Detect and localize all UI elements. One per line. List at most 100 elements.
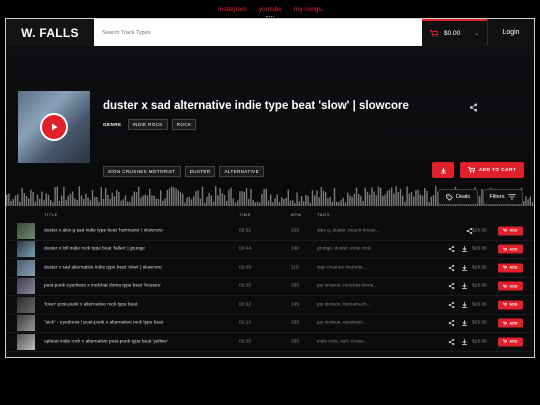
add-button[interactable]: ADD [498,318,523,328]
logo[interactable]: W. FALLS [6,19,94,46]
track-tags: alex g, duster, beach house... [317,228,380,234]
col-title: TITLE [44,212,58,217]
add-button[interactable]: ADD [498,337,523,347]
add-to-cart-label: ADD TO CART [478,167,517,173]
table-row[interactable]: 'lover' post-punk x alternative rock typ… [6,296,534,315]
track-title: duster x sad alternative indie type beat… [103,100,409,112]
track-thumbnail[interactable] [17,241,35,258]
track-tag[interactable]: ALTERNATIVE [219,166,264,177]
track-tag[interactable]: SIGN CRUSHES MOTORIST [103,166,181,177]
col-bpm: BPM [291,212,302,217]
add-button[interactable]: ADD [498,226,523,236]
track-thumbnail[interactable] [17,333,35,350]
download-icon[interactable] [461,338,468,345]
genre-tag[interactable]: ROCK [171,119,197,130]
table-row[interactable]: duster x sad alternative indie type beat… [6,259,534,278]
track-price: $29.95 [472,228,487,234]
my-songs-link[interactable]: my songs [294,6,322,13]
download-icon [440,167,446,173]
track-price: $29.95 [472,339,487,345]
track-title[interactable]: 'lover' post-punk x alternative rock typ… [44,302,137,307]
add-label: ADD [509,265,518,270]
download-icon[interactable] [461,264,468,271]
share-icon[interactable] [448,301,455,308]
track-tags: joy division, molchat doma... [317,283,378,289]
track-price: $29.95 [472,283,487,289]
track-list: duster x alex g sad indie type beat 'hur… [6,222,534,352]
deals-button[interactable]: Deals [438,189,478,205]
cart-icon [503,247,508,251]
filters-label: Filters [489,194,505,200]
track-title[interactable]: "sick" - eyedress / post-punk x alternat… [44,321,163,326]
add-button[interactable]: ADD [498,244,523,254]
header: W. FALLS $0.00 ⌄ Login [6,19,534,46]
track-thumbnail[interactable] [17,259,35,276]
download-icon[interactable] [461,320,468,327]
add-button[interactable]: ADD [498,300,523,310]
track-bpm: 145 [291,302,300,308]
track-time: 02:20 [239,339,252,345]
instagram-link[interactable]: instagram [218,6,247,13]
track-price: $29.95 [472,265,487,271]
cart-icon [503,321,508,325]
filters-button[interactable]: Filters [483,189,523,205]
cart-total: $0.00 [444,30,461,37]
download-icon[interactable] [461,283,468,290]
download-icon[interactable] [461,301,468,308]
table-header: TITLE TIME BPM TAGS [6,210,534,220]
play-button[interactable] [40,113,68,141]
track-bpm: 106 [291,228,300,234]
track-title[interactable]: upbeat indie rock x alternative post-pun… [44,339,168,344]
track-tag[interactable]: DUSTER [184,166,216,177]
cart-button[interactable]: $0.00 ⌄ [422,19,487,46]
track-bpm: 150 [291,283,300,289]
track-thumbnail[interactable] [17,296,35,313]
cover-art [18,91,90,163]
add-label: ADD [509,284,518,289]
track-time: 03:44 [239,246,252,252]
featured-track: duster x sad alternative indie type beat… [6,46,534,206]
login-button[interactable]: Login [487,19,534,46]
cart-icon [503,228,508,232]
share-icon[interactable] [448,264,455,271]
genre-tag[interactable]: INDIE ROCK [127,119,168,130]
add-button[interactable]: ADD [498,281,523,291]
tag-icon [446,193,453,201]
track-title[interactable]: post-punk eyedress x molchat doma type b… [44,284,161,289]
track-tags: sign crushes motorist... [317,265,367,271]
add-to-cart-button[interactable]: ADD TO CART [460,162,524,178]
add-button[interactable]: ADD [498,263,523,273]
share-icon[interactable] [466,227,473,234]
track-thumbnail[interactable] [17,222,35,239]
add-label: ADD [509,247,518,252]
track-thumbnail[interactable] [17,278,35,295]
track-bpm: 150 [291,339,300,345]
add-label: ADD [509,228,518,233]
table-row[interactable]: duster x lofi indie rock type beat 'fall… [6,241,534,259]
share-icon[interactable] [448,320,455,327]
deals-label: Deals [455,194,471,200]
download-button[interactable] [432,162,454,178]
share-icon[interactable] [469,103,478,112]
track-title[interactable]: duster x sad alternative indie type beat… [44,265,162,270]
track-title[interactable]: duster x lofi indie rock type beat 'fall… [44,247,145,252]
share-icon[interactable] [448,283,455,290]
download-icon[interactable] [461,246,468,253]
table-row[interactable]: post-punk eyedress x molchat doma type b… [6,278,534,296]
table-row[interactable]: upbeat indie rock x alternative post-pun… [6,333,534,352]
share-icon[interactable] [448,246,455,253]
search-input[interactable] [102,29,422,36]
chevron-down-icon: ⌄ [474,31,480,37]
track-title[interactable]: duster x alex g sad indie type beat 'hur… [44,228,163,233]
track-tags: joy division, thexamuch... [317,302,371,308]
youtube-link[interactable]: youtube [259,6,282,17]
track-time: 02:52 [239,228,252,234]
cart-icon [503,339,508,343]
share-icon[interactable] [448,338,455,345]
play-icon [52,123,58,131]
cart-icon [467,167,475,173]
table-row[interactable]: duster x alex g sad indie type beat 'hur… [6,222,534,241]
table-row[interactable]: "sick" - eyedress / post-punk x alternat… [6,315,534,333]
track-thumbnail[interactable] [17,315,35,332]
search-bar[interactable] [94,19,422,46]
